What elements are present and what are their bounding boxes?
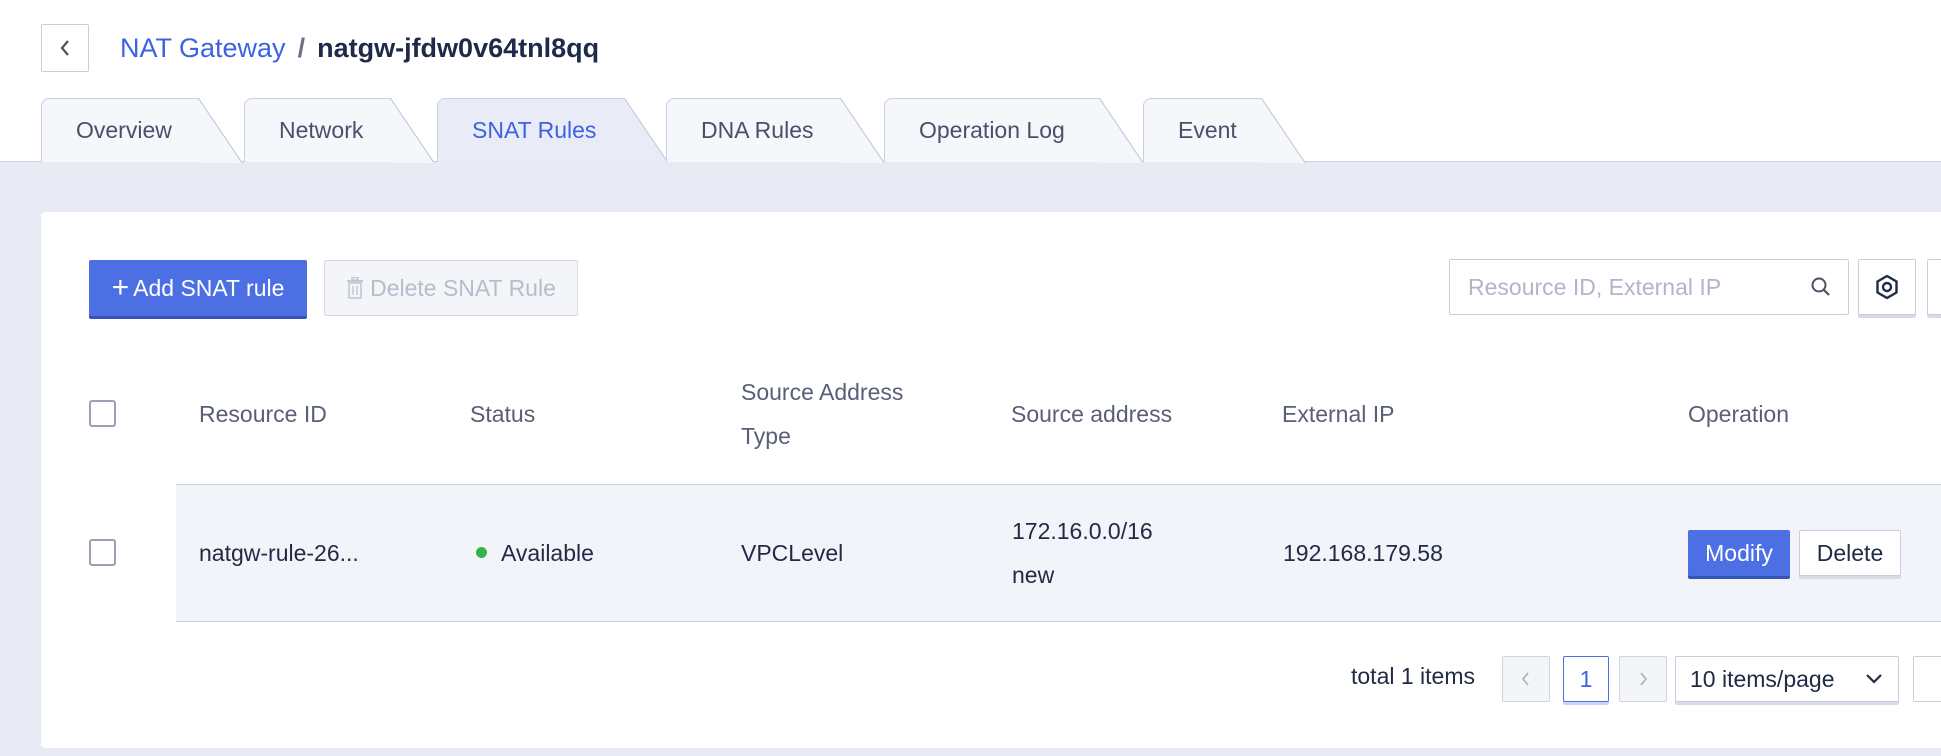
search-input[interactable] (1450, 260, 1790, 314)
settings-button[interactable] (1858, 259, 1916, 315)
cell-source-address: 172.16.0.0/16 new (1012, 509, 1153, 597)
gear-icon (1876, 274, 1898, 300)
back-button[interactable] (41, 24, 89, 72)
search-box (1449, 259, 1849, 315)
search-icon[interactable] (1810, 276, 1832, 298)
select-all-checkbox[interactable] (89, 400, 116, 427)
page-number-current[interactable]: 1 (1563, 656, 1609, 702)
cell-source-address-value: 172.16.0.0/16 (1012, 518, 1153, 544)
page-size-select[interactable]: 10 items/page (1675, 656, 1899, 702)
plus-icon: + (111, 271, 130, 304)
modify-button[interactable]: Modify (1688, 530, 1790, 576)
delete-button[interactable]: Delete (1799, 530, 1901, 576)
next-page-button[interactable] (1619, 656, 1667, 702)
breadcrumb-nat-gateway-link[interactable]: NAT Gateway (120, 33, 286, 64)
chevron-right-icon (1640, 672, 1648, 686)
cell-source-address-note: new (1012, 562, 1055, 588)
delete-snat-rule-button[interactable]: Delete SNAT Rule (324, 260, 578, 316)
prev-page-button[interactable] (1502, 656, 1550, 702)
header-resource-id: Resource ID (199, 401, 327, 427)
tab-overview-label: Overview (76, 117, 172, 143)
tab-overview[interactable]: Overview (41, 98, 242, 163)
header-source-address-type-line2: Type (741, 423, 791, 449)
page-title: natgw-jfdw0v64tnl8qq (317, 32, 600, 63)
trash-icon (347, 277, 364, 299)
tab-operation-log[interactable]: Operation Log (884, 98, 1143, 163)
cell-external-ip: 192.168.179.58 (1283, 540, 1443, 566)
page-jump-input[interactable] (1913, 656, 1941, 702)
tab-dna-rules[interactable]: DNA Rules (666, 98, 884, 163)
more-tools-button[interactable] (1927, 259, 1941, 315)
tab-dna-rules-label: DNA Rules (701, 117, 814, 143)
add-snat-rule-button[interactable]: + Add SNAT rule (89, 260, 307, 316)
tab-snat-rules-label: SNAT Rules (472, 117, 597, 143)
cell-resource-id[interactable]: natgw-rule-26... (199, 531, 359, 575)
tab-network-label: Network (279, 117, 364, 143)
breadcrumb-separator: / (297, 32, 306, 63)
tab-event-label: Event (1178, 117, 1237, 143)
cell-source-address-type: VPCLevel (741, 540, 844, 566)
header-external-ip: External IP (1282, 401, 1395, 427)
tab-network[interactable]: Network (244, 98, 434, 163)
cell-status: Available (476, 531, 594, 575)
delete-snat-rule-label: Delete SNAT Rule (370, 274, 556, 301)
header-source-address-type-line1: Source Address (741, 379, 904, 405)
header-source-address: Source address (1011, 401, 1173, 427)
snat-rules-panel: + Add SNAT rule Delete SNAT Rule Resourc… (41, 212, 1941, 748)
tab-snat-rules[interactable]: SNAT Rules (437, 98, 668, 163)
chevron-down-icon (1866, 674, 1882, 684)
header-status: Status (470, 401, 536, 427)
add-snat-rule-label: Add SNAT rule (133, 274, 285, 301)
page-size-value: 10 items/page (1690, 666, 1835, 692)
row-checkbox[interactable] (89, 539, 116, 566)
tab-event[interactable]: Event (1143, 98, 1305, 163)
tab-operation-log-label: Operation Log (919, 117, 1065, 143)
chevron-left-icon (60, 40, 69, 56)
header-source-address-type: Source Address Type (741, 370, 903, 458)
status-badge: Available (501, 540, 594, 566)
breadcrumb: NAT Gateway / natgw-jfdw0v64tnl8qq (120, 28, 599, 68)
chevron-left-icon (1521, 672, 1529, 686)
status-available-dot (476, 547, 487, 559)
header-operation: Operation (1688, 401, 1790, 427)
page-header: NAT Gateway / natgw-jfdw0v64tnl8qq Overv… (0, 0, 1941, 163)
total-items-text: total 1 items (1351, 663, 1475, 689)
